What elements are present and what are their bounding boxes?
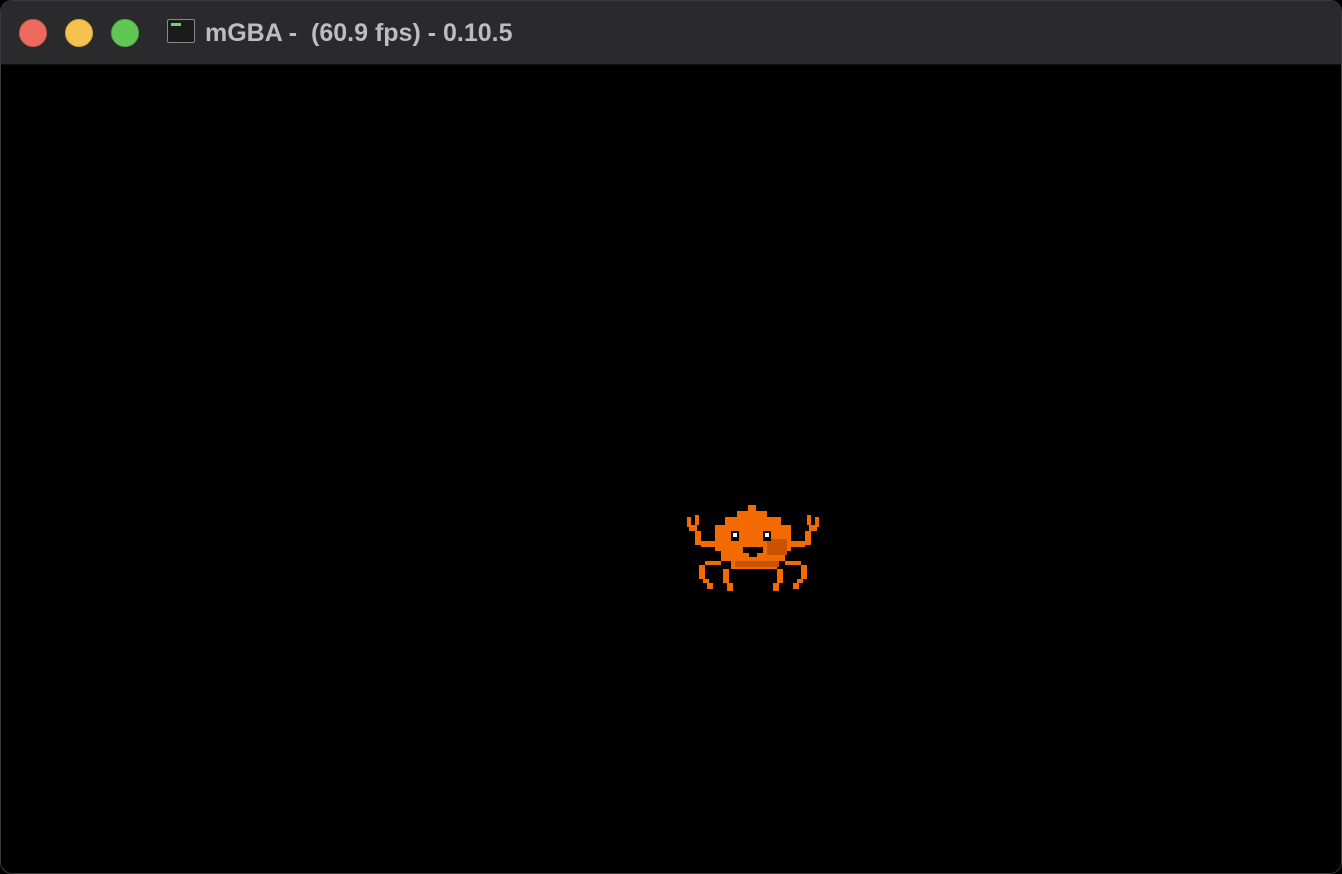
crab-leg-right-2b [773, 583, 779, 591]
close-icon[interactable] [19, 19, 47, 47]
title-bar[interactable]: mGBA - (60.9 fps) - 0.10.5 [1, 1, 1341, 65]
crab-shadow-right [767, 539, 787, 555]
terminal-icon [167, 19, 195, 43]
crab-leg-right-1c [797, 579, 803, 583]
crab-body-upper [725, 517, 781, 525]
crab-mouth [743, 547, 763, 553]
window-title: mGBA - (60.9 fps) - 0.10.5 [205, 19, 513, 47]
crab-arm-left-b [701, 541, 717, 547]
crab-claw-right-c [809, 525, 817, 531]
crab-arm-left [695, 531, 701, 545]
crab-leg-left-2 [723, 569, 729, 583]
crab-leg-left-1d [707, 583, 713, 589]
crab-claw-right-b [807, 515, 811, 525]
zoom-icon[interactable] [111, 19, 139, 47]
crab-shadow-bottom [735, 561, 779, 567]
crab-body-top [737, 511, 767, 517]
mgba-window: mGBA - (60.9 fps) - 0.10.5 [0, 0, 1342, 874]
minimize-icon[interactable] [65, 19, 93, 47]
crab-arm-right-b [789, 541, 805, 547]
crab-tuft [748, 505, 756, 511]
game-screen[interactable] [1, 65, 1341, 873]
crab-eye-left-shine [733, 533, 737, 537]
crab-leg-right-2 [777, 569, 783, 583]
crab-leg-right-1b [801, 565, 807, 579]
crab-claw-left-c [689, 525, 697, 531]
crab-leg-right-1d [793, 583, 799, 589]
crab-leg-left-1c [703, 579, 709, 583]
terminal-glyph [171, 23, 181, 26]
crab-sprite [687, 505, 819, 591]
crab-leg-left-2b [727, 583, 733, 591]
crab-leg-left-1 [705, 561, 721, 565]
crab-mouth-lower [749, 553, 757, 557]
crab-leg-right-1 [785, 561, 801, 565]
crab-arm-right [805, 531, 811, 545]
crab-leg-left-1b [699, 565, 705, 579]
crab-claw-left-b [695, 515, 699, 525]
crab-eye-right-shine [765, 533, 769, 537]
